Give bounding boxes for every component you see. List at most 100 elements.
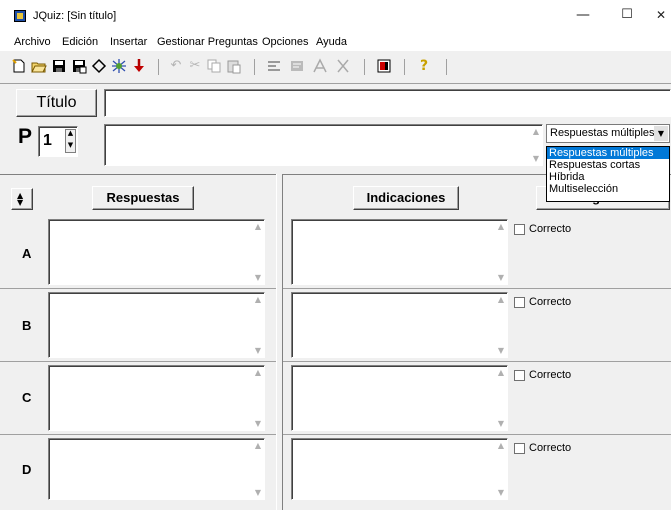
toolbar-separator [254, 59, 255, 75]
scroll-down-icon[interactable]: ▼ [498, 488, 504, 497]
checkbox[interactable] [514, 297, 525, 308]
feedback-input-b[interactable]: ▲ ▼ [291, 292, 508, 358]
scroll-down-icon[interactable]: ▼ [498, 346, 504, 355]
scroll-up-icon[interactable]: ▲ [498, 222, 504, 231]
answer-input-a[interactable]: ▲ ▼ [48, 219, 265, 285]
toolbar: ↶ ✂ ? [0, 51, 671, 83]
save-as-icon[interactable] [71, 58, 87, 74]
reorder-button[interactable]: ▲ ▼ [11, 188, 33, 210]
toolbar-separator [404, 59, 405, 75]
scroll-up-icon[interactable]: ▲ [498, 441, 504, 450]
new-file-icon[interactable] [11, 58, 27, 74]
answer-input-d[interactable]: ▲ ▼ [48, 438, 265, 500]
checkbox[interactable] [514, 443, 525, 454]
minimize-button[interactable]: — [568, 4, 598, 26]
menu-edicion[interactable]: Edición [62, 36, 98, 48]
type-option-multiselect[interactable]: Multiselección [547, 183, 669, 195]
reorder-down-icon: ▼ [17, 198, 24, 207]
scroll-down-icon[interactable]: ▼ [255, 419, 261, 428]
scroll-up-icon[interactable]: ▲ [533, 127, 539, 136]
scroll-up-icon[interactable]: ▲ [498, 368, 504, 377]
paste-icon[interactable] [226, 58, 242, 74]
help-icon[interactable]: ? [416, 58, 432, 74]
row-letter-c: C [22, 390, 32, 405]
question-type-selected: Respuestas múltiples [550, 127, 655, 139]
toolbar-separator [364, 59, 365, 75]
correct-label: Correcto [529, 223, 572, 235]
type-option-multiple[interactable]: Respuestas múltiples [547, 147, 669, 159]
menu-opciones[interactable]: Opciones [262, 36, 308, 48]
toolbar-separator [158, 59, 159, 75]
title-input[interactable] [104, 89, 671, 117]
feedback-input-a[interactable]: ▲ ▼ [291, 219, 508, 285]
feedback-input-c[interactable]: ▲ ▼ [291, 365, 508, 431]
scroll-up-icon[interactable]: ▲ [255, 295, 261, 304]
close-button[interactable]: ✕ [646, 4, 671, 26]
question-number-spinner[interactable]: ▲ ▼ [65, 129, 76, 153]
row-letter-d: D [22, 462, 32, 477]
web-icon[interactable] [111, 58, 127, 74]
save-icon[interactable] [51, 58, 67, 74]
title-label-button[interactable]: Título [16, 89, 97, 117]
maximize-button[interactable]: ☐ [612, 4, 642, 26]
checkbox[interactable] [514, 224, 525, 235]
type-option-hybrid[interactable]: Híbrida [547, 171, 669, 183]
row-divider [0, 288, 276, 289]
menu-archivo[interactable]: Archivo [14, 36, 51, 48]
window-title: JQuiz: [Sin título] [33, 10, 117, 22]
question-type-select[interactable]: Respuestas múltiples ▼ [546, 124, 670, 143]
copy-icon[interactable] [206, 58, 222, 74]
scroll-down-icon[interactable]: ▼ [533, 154, 539, 163]
row-divider [283, 361, 671, 362]
question-number-input[interactable]: 1 ▲ ▼ [38, 126, 78, 157]
row-divider [283, 434, 671, 435]
answers-header-button[interactable]: Respuestas [92, 186, 194, 210]
scroll-down-icon[interactable]: ▼ [498, 419, 504, 428]
tool-a-icon[interactable] [266, 58, 282, 74]
download-icon[interactable] [131, 58, 147, 74]
question-type-list[interactable]: Respuestas múltiples Respuestas cortas H… [546, 146, 670, 202]
open-folder-icon[interactable] [31, 58, 47, 74]
export-icon[interactable] [91, 58, 107, 74]
scroll-up-icon[interactable]: ▲ [255, 368, 261, 377]
scroll-down-icon[interactable]: ▼ [498, 273, 504, 282]
scroll-up-icon[interactable]: ▲ [498, 295, 504, 304]
menu-bar: Archivo Edición Insertar Gestionar Pregu… [0, 30, 671, 51]
scroll-up-icon[interactable]: ▲ [255, 441, 261, 450]
question-p-label: P [18, 125, 33, 148]
scroll-down-icon[interactable]: ▼ [255, 488, 261, 497]
menu-ayuda[interactable]: Ayuda [316, 36, 347, 48]
correct-label: Correcto [529, 369, 572, 381]
scroll-down-icon[interactable]: ▼ [255, 346, 261, 355]
menu-gestionar-preguntas[interactable]: Gestionar Preguntas [157, 36, 258, 48]
row-letter-b: B [22, 318, 32, 333]
row-divider [0, 434, 276, 435]
spin-down-icon[interactable]: ▼ [66, 139, 75, 151]
feedback-header-button[interactable]: Indicaciones [353, 186, 459, 210]
scroll-up-icon[interactable]: ▲ [255, 222, 261, 231]
question-number-value: 1 [43, 132, 52, 149]
correct-label: Correcto [529, 296, 572, 308]
scroll-down-icon[interactable]: ▼ [255, 273, 261, 282]
spin-up-icon[interactable]: ▲ [66, 127, 75, 139]
flag-icon[interactable] [376, 58, 392, 74]
tool-d-icon[interactable] [335, 58, 351, 74]
row-letter-a: A [22, 246, 32, 261]
checkbox[interactable] [514, 370, 525, 381]
menu-insertar[interactable]: Insertar [110, 36, 147, 48]
answer-input-b[interactable]: ▲ ▼ [48, 292, 265, 358]
type-option-short[interactable]: Respuestas cortas [547, 159, 669, 171]
answer-input-c[interactable]: ▲ ▼ [48, 365, 265, 431]
tool-b-icon[interactable] [289, 58, 305, 74]
feedback-input-d[interactable]: ▲ ▼ [291, 438, 508, 500]
row-divider [283, 288, 671, 289]
title-bar: JQuiz: [Sin título] — ☐ ✕ [0, 0, 671, 30]
cut-icon[interactable]: ✂ [187, 58, 203, 74]
undo-icon[interactable]: ↶ [168, 58, 184, 74]
app-icon [14, 10, 26, 22]
question-text-input[interactable]: ▲ ▼ [104, 124, 543, 166]
tool-c-icon[interactable] [312, 58, 328, 74]
dropdown-arrow-icon[interactable]: ▼ [654, 126, 668, 141]
pane-splitter[interactable] [276, 174, 283, 510]
toolbar-separator [446, 59, 447, 75]
